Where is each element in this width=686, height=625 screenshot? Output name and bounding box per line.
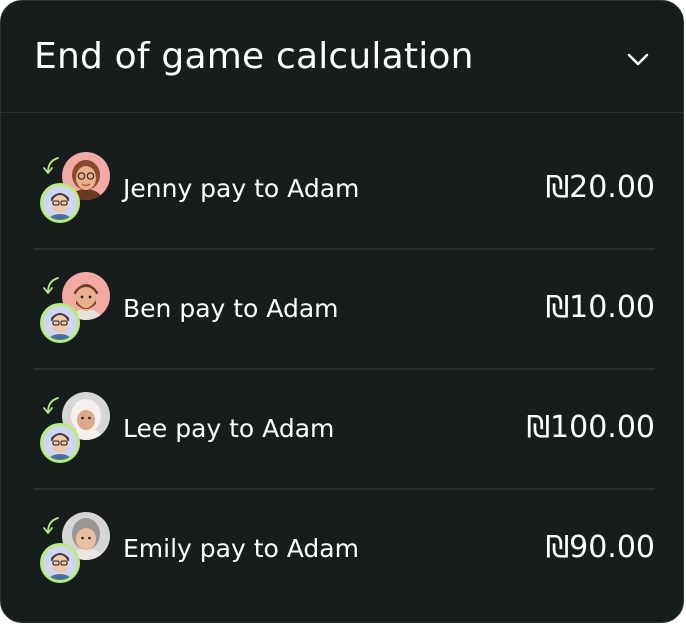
payment-amount: ₪100.00: [526, 410, 656, 445]
payee-avatar-adam: [40, 183, 80, 223]
payment-label: Emily pay to Adam: [123, 534, 359, 563]
payment-row-lee[interactable]: Lee pay to Adam ₪100.00: [34, 370, 655, 490]
transfer-arrow-icon: [43, 397, 59, 414]
payment-row-jenny[interactable]: Jenny pay to Adam ₪20.00: [34, 130, 655, 250]
payment-avatars: [36, 392, 114, 470]
payment-avatars: [36, 272, 114, 350]
payment-amount: ₪10.00: [545, 290, 655, 325]
payment-label: Lee pay to Adam: [123, 414, 335, 443]
payee-avatar-adam: [40, 543, 80, 583]
payment-row-ben[interactable]: Ben pay to Adam ₪10.00: [34, 250, 655, 370]
payment-avatars: [36, 512, 114, 590]
payment-label: Jenny pay to Adam: [123, 174, 360, 203]
chevron-down-icon[interactable]: [625, 47, 651, 71]
panel-title: End of game calculation: [34, 36, 474, 77]
payee-avatar-adam: [40, 303, 80, 343]
transfer-arrow-icon: [43, 517, 59, 534]
payment-amount: ₪90.00: [545, 530, 655, 565]
payment-amount: ₪20.00: [545, 170, 655, 205]
payment-row-emily[interactable]: Emily pay to Adam ₪90.00: [34, 490, 655, 610]
end-of-game-panel: End of game calculation Jenny pay to Ada…: [0, 0, 684, 623]
panel-header[interactable]: End of game calculation: [1, 1, 683, 113]
payment-avatars: [36, 152, 114, 230]
transfer-arrow-icon: [43, 157, 59, 174]
payment-label: Ben pay to Adam: [123, 294, 339, 323]
payee-avatar-adam: [40, 423, 80, 463]
transfer-arrow-icon: [43, 277, 59, 294]
